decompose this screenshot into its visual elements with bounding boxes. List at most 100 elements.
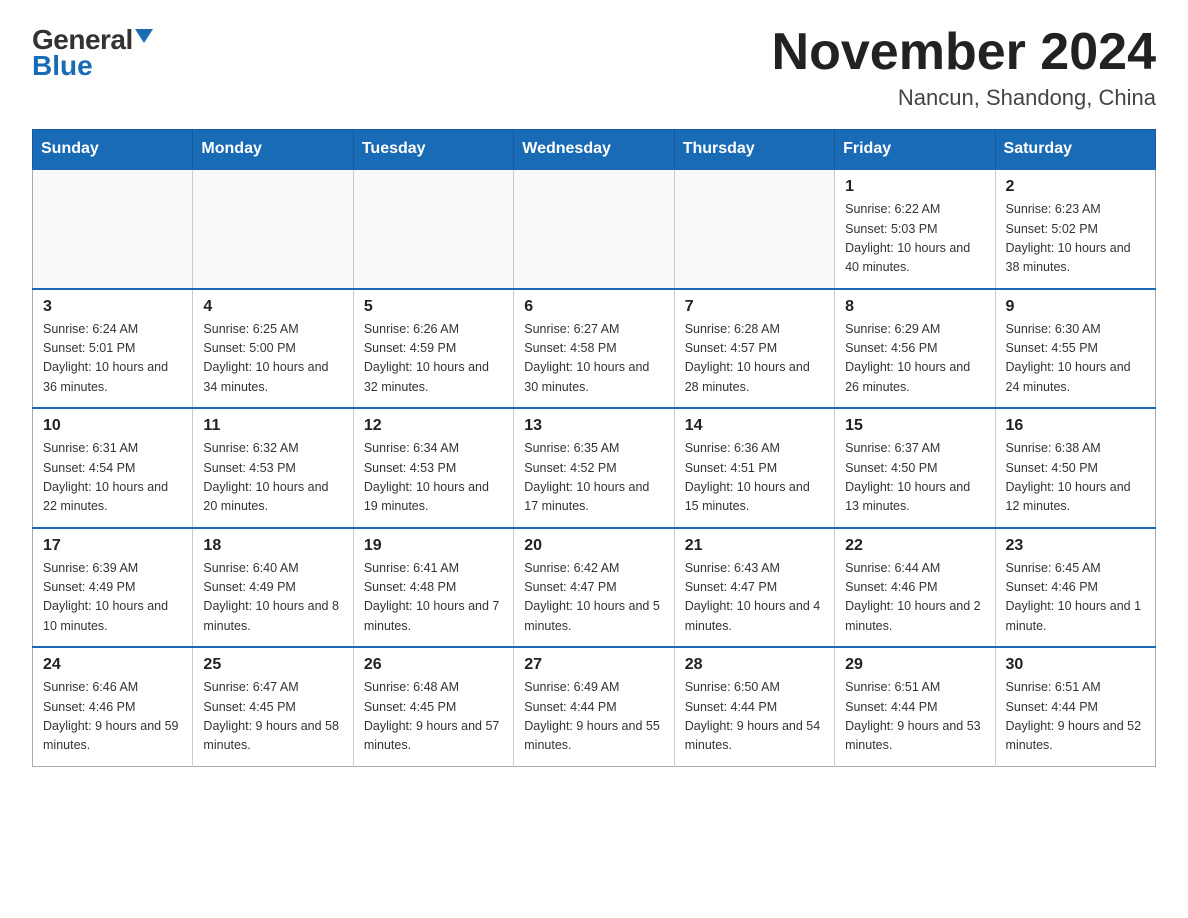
calendar-cell: 29 Sunrise: 6:51 AMSunset: 4:44 PMDayligh…: [835, 647, 995, 766]
day-info: Sunrise: 6:37 AMSunset: 4:50 PMDaylight:…: [845, 439, 984, 517]
day-info: Sunrise: 6:48 AMSunset: 4:45 PMDaylight:…: [364, 678, 503, 756]
calendar-cell: 3 Sunrise: 6:24 AMSunset: 5:01 PMDaylight…: [33, 289, 193, 409]
day-info: Sunrise: 6:49 AMSunset: 4:44 PMDaylight:…: [524, 678, 663, 756]
day-info: Sunrise: 6:31 AMSunset: 4:54 PMDaylight:…: [43, 439, 182, 517]
day-info: Sunrise: 6:50 AMSunset: 4:44 PMDaylight:…: [685, 678, 824, 756]
calendar-week-row: 24Sunrise: 6:46 AMSunset: 4:46 PMDayligh…: [33, 647, 1156, 766]
calendar-cell: 26 Sunrise: 6:48 AMSunset: 4:45 PMDayligh…: [353, 647, 513, 766]
calendar-cell: 12 Sunrise: 6:34 AMSunset: 4:53 PMDayligh…: [353, 408, 513, 528]
day-number: 7: [685, 298, 824, 316]
day-info: Sunrise: 6:27 AMSunset: 4:58 PMDaylight:…: [524, 320, 663, 398]
calendar-cell: 25Sunrise: 6:47 AMSunset: 4:45 PMDayligh…: [193, 647, 353, 766]
day-number: 14: [685, 417, 824, 435]
day-info: Sunrise: 6:25 AMSunset: 5:00 PMDaylight:…: [203, 320, 342, 398]
calendar-cell: 10 Sunrise: 6:31 AMSunset: 4:54 PMDayligh…: [33, 408, 193, 528]
day-info: Sunrise: 6:46 AMSunset: 4:46 PMDaylight:…: [43, 678, 182, 756]
logo-triangle-icon: [135, 29, 153, 43]
day-info: Sunrise: 6:22 AMSunset: 5:03 PMDaylight:…: [845, 200, 984, 278]
day-number: 25: [203, 656, 342, 674]
day-number: 5: [364, 298, 503, 316]
calendar-cell: [33, 169, 193, 289]
location-subtitle: Nancun, Shandong, China: [772, 85, 1156, 111]
day-info: Sunrise: 6:36 AMSunset: 4:51 PMDaylight:…: [685, 439, 824, 517]
day-info: Sunrise: 6:40 AMSunset: 4:49 PMDaylight:…: [203, 559, 342, 637]
day-info: Sunrise: 6:32 AMSunset: 4:53 PMDaylight:…: [203, 439, 342, 517]
calendar-cell: 24Sunrise: 6:46 AMSunset: 4:46 PMDayligh…: [33, 647, 193, 766]
calendar-cell: 19Sunrise: 6:41 AMSunset: 4:48 PMDayligh…: [353, 528, 513, 648]
day-number: 6: [524, 298, 663, 316]
page-header: General Blue November 2024 Nancun, Shand…: [32, 24, 1156, 111]
day-number: 17: [43, 537, 182, 555]
day-info: Sunrise: 6:34 AMSunset: 4:53 PMDaylight:…: [364, 439, 503, 517]
calendar-cell: 16 Sunrise: 6:38 AMSunset: 4:50 PMDayligh…: [995, 408, 1155, 528]
day-info: Sunrise: 6:51 AMSunset: 4:44 PMDaylight:…: [1006, 678, 1145, 756]
calendar-cell: 2 Sunrise: 6:23 AMSunset: 5:02 PMDaylight…: [995, 169, 1155, 289]
calendar-table: SundayMondayTuesdayWednesdayThursdayFrid…: [32, 129, 1156, 767]
calendar-cell: 27Sunrise: 6:49 AMSunset: 4:44 PMDayligh…: [514, 647, 674, 766]
day-info: Sunrise: 6:42 AMSunset: 4:47 PMDaylight:…: [524, 559, 663, 637]
calendar-cell: 11 Sunrise: 6:32 AMSunset: 4:53 PMDayligh…: [193, 408, 353, 528]
day-number: 23: [1006, 537, 1145, 555]
logo: General Blue: [32, 24, 153, 82]
day-number: 4: [203, 298, 342, 316]
calendar-cell: 30 Sunrise: 6:51 AMSunset: 4:44 PMDayligh…: [995, 647, 1155, 766]
month-year-title: November 2024: [772, 24, 1156, 81]
calendar-cell: 5Sunrise: 6:26 AMSunset: 4:59 PMDaylight…: [353, 289, 513, 409]
day-number: 10: [43, 417, 182, 435]
calendar-cell: 22 Sunrise: 6:44 AMSunset: 4:46 PMDayligh…: [835, 528, 995, 648]
day-info: Sunrise: 6:24 AMSunset: 5:01 PMDaylight:…: [43, 320, 182, 398]
calendar-cell: 14 Sunrise: 6:36 AMSunset: 4:51 PMDayligh…: [674, 408, 834, 528]
calendar-week-row: 10 Sunrise: 6:31 AMSunset: 4:54 PMDayligh…: [33, 408, 1156, 528]
day-info: Sunrise: 6:44 AMSunset: 4:46 PMDaylight:…: [845, 559, 984, 637]
day-info: Sunrise: 6:30 AMSunset: 4:55 PMDaylight:…: [1006, 320, 1145, 398]
day-info: Sunrise: 6:28 AMSunset: 4:57 PMDaylight:…: [685, 320, 824, 398]
calendar-week-row: 17 Sunrise: 6:39 AMSunset: 4:49 PMDayligh…: [33, 528, 1156, 648]
calendar-header-sunday: Sunday: [33, 130, 193, 170]
day-info: Sunrise: 6:38 AMSunset: 4:50 PMDaylight:…: [1006, 439, 1145, 517]
day-number: 18: [203, 537, 342, 555]
calendar-cell: 18 Sunrise: 6:40 AMSunset: 4:49 PMDayligh…: [193, 528, 353, 648]
calendar-cell: 15Sunrise: 6:37 AMSunset: 4:50 PMDayligh…: [835, 408, 995, 528]
calendar-cell: 21Sunrise: 6:43 AMSunset: 4:47 PMDayligh…: [674, 528, 834, 648]
day-number: 28: [685, 656, 824, 674]
day-info: Sunrise: 6:41 AMSunset: 4:48 PMDaylight:…: [364, 559, 503, 637]
day-number: 2: [1006, 178, 1145, 196]
day-number: 16: [1006, 417, 1145, 435]
calendar-cell: 9 Sunrise: 6:30 AMSunset: 4:55 PMDaylight…: [995, 289, 1155, 409]
day-info: Sunrise: 6:39 AMSunset: 4:49 PMDaylight:…: [43, 559, 182, 637]
day-number: 12: [364, 417, 503, 435]
title-block: November 2024 Nancun, Shandong, China: [772, 24, 1156, 111]
calendar-cell: 6 Sunrise: 6:27 AMSunset: 4:58 PMDaylight…: [514, 289, 674, 409]
day-number: 26: [364, 656, 503, 674]
day-number: 30: [1006, 656, 1145, 674]
calendar-header-wednesday: Wednesday: [514, 130, 674, 170]
day-info: Sunrise: 6:45 AMSunset: 4:46 PMDaylight:…: [1006, 559, 1145, 637]
day-number: 1: [845, 178, 984, 196]
day-number: 11: [203, 417, 342, 435]
calendar-cell: [193, 169, 353, 289]
day-number: 3: [43, 298, 182, 316]
day-info: Sunrise: 6:23 AMSunset: 5:02 PMDaylight:…: [1006, 200, 1145, 278]
calendar-header-row: SundayMondayTuesdayWednesdayThursdayFrid…: [33, 130, 1156, 170]
calendar-cell: 7 Sunrise: 6:28 AMSunset: 4:57 PMDaylight…: [674, 289, 834, 409]
calendar-cell: [353, 169, 513, 289]
calendar-cell: [514, 169, 674, 289]
day-info: Sunrise: 6:51 AMSunset: 4:44 PMDaylight:…: [845, 678, 984, 756]
calendar-header-monday: Monday: [193, 130, 353, 170]
calendar-week-row: 1 Sunrise: 6:22 AMSunset: 5:03 PMDaylight…: [33, 169, 1156, 289]
calendar-cell: 23 Sunrise: 6:45 AMSunset: 4:46 PMDayligh…: [995, 528, 1155, 648]
day-number: 29: [845, 656, 984, 674]
day-number: 20: [524, 537, 663, 555]
day-number: 22: [845, 537, 984, 555]
day-info: Sunrise: 6:35 AMSunset: 4:52 PMDaylight:…: [524, 439, 663, 517]
calendar-header-tuesday: Tuesday: [353, 130, 513, 170]
calendar-header-thursday: Thursday: [674, 130, 834, 170]
calendar-cell: 8Sunrise: 6:29 AMSunset: 4:56 PMDaylight…: [835, 289, 995, 409]
day-info: Sunrise: 6:29 AMSunset: 4:56 PMDaylight:…: [845, 320, 984, 398]
day-number: 9: [1006, 298, 1145, 316]
day-info: Sunrise: 6:43 AMSunset: 4:47 PMDaylight:…: [685, 559, 824, 637]
logo-blue-text: Blue: [32, 50, 93, 82]
calendar-cell: 13Sunrise: 6:35 AMSunset: 4:52 PMDayligh…: [514, 408, 674, 528]
calendar-cell: 28 Sunrise: 6:50 AMSunset: 4:44 PMDayligh…: [674, 647, 834, 766]
calendar-cell: 20 Sunrise: 6:42 AMSunset: 4:47 PMDayligh…: [514, 528, 674, 648]
